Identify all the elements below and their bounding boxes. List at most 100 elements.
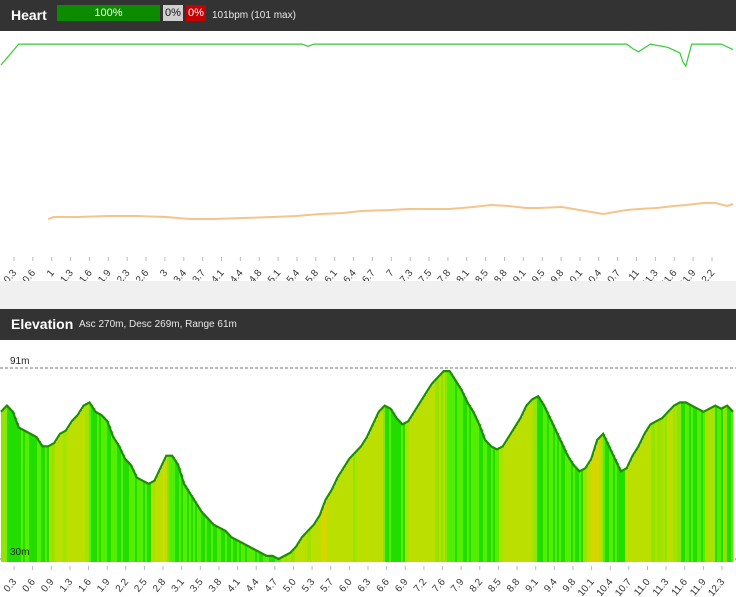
- elevation-bar: [173, 457, 175, 562]
- elevation-bar: [225, 531, 227, 562]
- elevation-bar: [347, 462, 349, 562]
- elevation-bar: [245, 544, 247, 562]
- elevation-bar: [463, 393, 465, 562]
- elevation-bar: [655, 422, 657, 562]
- elevation-bar: [641, 441, 643, 562]
- elevation-bar: [525, 409, 527, 563]
- elevation-bar: [185, 485, 187, 562]
- x-tick-label: 4.4: [244, 577, 262, 595]
- elevation-bar: [505, 443, 507, 562]
- elevation-bar: [217, 526, 219, 562]
- elevation-bar: [439, 376, 441, 562]
- elevation-bar: [689, 404, 691, 562]
- elevation-bar: [533, 399, 535, 562]
- x-tick-label: 11.6: [659, 268, 680, 281]
- heart-rate-line: [1, 44, 733, 66]
- elevation-bar: [237, 540, 239, 562]
- elevation-bar: [169, 456, 171, 562]
- elevation-bar: [589, 463, 591, 563]
- elevation-bar: [29, 433, 31, 562]
- elevation-bar: [7, 406, 9, 562]
- elevation-bar: [249, 547, 251, 563]
- elevation-bar: [327, 497, 329, 562]
- elevation-bar: [635, 452, 637, 562]
- elevation-bar: [621, 471, 623, 562]
- x-tick-label: 12.3: [706, 577, 727, 597]
- elevation-bar: [383, 407, 385, 562]
- elevation-bar: [675, 405, 677, 562]
- elevation-bar: [623, 470, 625, 562]
- elevation-bar: [657, 421, 659, 562]
- elevation-bar: [315, 523, 317, 562]
- elevation-bar: [117, 443, 119, 562]
- x-tick-label: 10.4: [595, 577, 616, 597]
- elevation-bar: [129, 463, 131, 562]
- elevation-bar: [123, 455, 125, 562]
- elevation-bar: [45, 446, 47, 562]
- elevation-bar: [553, 425, 555, 563]
- elevation-bar: [665, 415, 667, 562]
- elevation-bar: [643, 437, 645, 562]
- x-tick-label: 7: [385, 268, 397, 280]
- elevation-bar: [227, 533, 229, 562]
- elevation-bar: [497, 449, 499, 562]
- elevation-bar: [345, 466, 347, 562]
- elevation-bar: [145, 482, 147, 562]
- x-tick-label: 6.3: [356, 577, 374, 595]
- elevation-bar: [555, 429, 557, 562]
- x-tick-label: 8.2: [468, 577, 486, 595]
- elevation-bar: [431, 385, 433, 562]
- elevation-bar: [195, 501, 197, 562]
- elevation-bar: [625, 469, 627, 562]
- elevation-bar: [55, 442, 57, 562]
- elevation-bar: [295, 548, 297, 562]
- x-tick-label: 1: [45, 268, 57, 280]
- elevation-bar: [23, 430, 25, 562]
- elevation-bar: [527, 405, 529, 562]
- elevation-bar: [97, 413, 99, 562]
- elevation-bar: [171, 456, 173, 562]
- elevation-bar: [161, 467, 163, 562]
- heart-chart[interactable]: 0.3 0.6 1 1.3 1.6 1.9 2.3 2.6 3 3.4 3.7 4.1 4.4 4.8 5.…: [0, 31, 736, 281]
- x-tick-label: 3.5: [188, 577, 206, 595]
- elevation-bar: [469, 405, 471, 562]
- heart-zone-green-bar: 100%: [57, 5, 160, 21]
- elevation-bar: [627, 468, 629, 562]
- elevation-bar: [539, 398, 541, 563]
- x-tick-label: 5.0: [281, 577, 299, 595]
- x-tick-label: 0.6: [21, 577, 39, 595]
- elevation-bar: [319, 516, 321, 562]
- elevation-bar: [105, 419, 107, 562]
- elevation-bar: [329, 494, 331, 562]
- elevation-bar: [473, 411, 475, 562]
- elevation-bar: [423, 398, 425, 562]
- x-tick-label: 11.3: [640, 268, 661, 281]
- elevation-bar: [303, 536, 305, 562]
- elevation-bar: [595, 447, 597, 562]
- elevation-bar: [711, 408, 713, 562]
- elevation-bar: [723, 408, 725, 562]
- elevation-bar: [337, 479, 339, 562]
- elevation-bar: [585, 468, 587, 562]
- x-tick-label: 11.9: [688, 577, 709, 597]
- elevation-bar: [523, 413, 525, 562]
- elevation-bar: [495, 448, 497, 562]
- elevation-bar: [393, 413, 395, 563]
- elevation-bar: [95, 411, 97, 562]
- elevation-bar: [197, 505, 199, 563]
- elevation-bar: [157, 475, 159, 562]
- elevation-bar: [49, 446, 51, 562]
- elevation-bar: [441, 374, 443, 562]
- elevation-summary: Asc 270m, Desc 269m, Range 61m: [79, 319, 237, 330]
- elevation-bar: [375, 420, 377, 562]
- elevation-bar: [127, 461, 129, 562]
- elevation-bar: [493, 447, 495, 562]
- elevation-bar: [467, 402, 469, 562]
- elevation-bar: [427, 392, 429, 563]
- elevation-bar: [729, 408, 731, 562]
- elevation-bar: [719, 408, 721, 563]
- elevation-chart[interactable]: 91m 30m 0.3 0.6 0.9 1.3 1.6 1.9 2.2 2.5 2.8 3.1 3.…: [0, 340, 736, 597]
- x-tick-label: 7.9: [449, 577, 467, 595]
- elevation-bar: [477, 420, 479, 562]
- elevation-bar: [367, 437, 369, 562]
